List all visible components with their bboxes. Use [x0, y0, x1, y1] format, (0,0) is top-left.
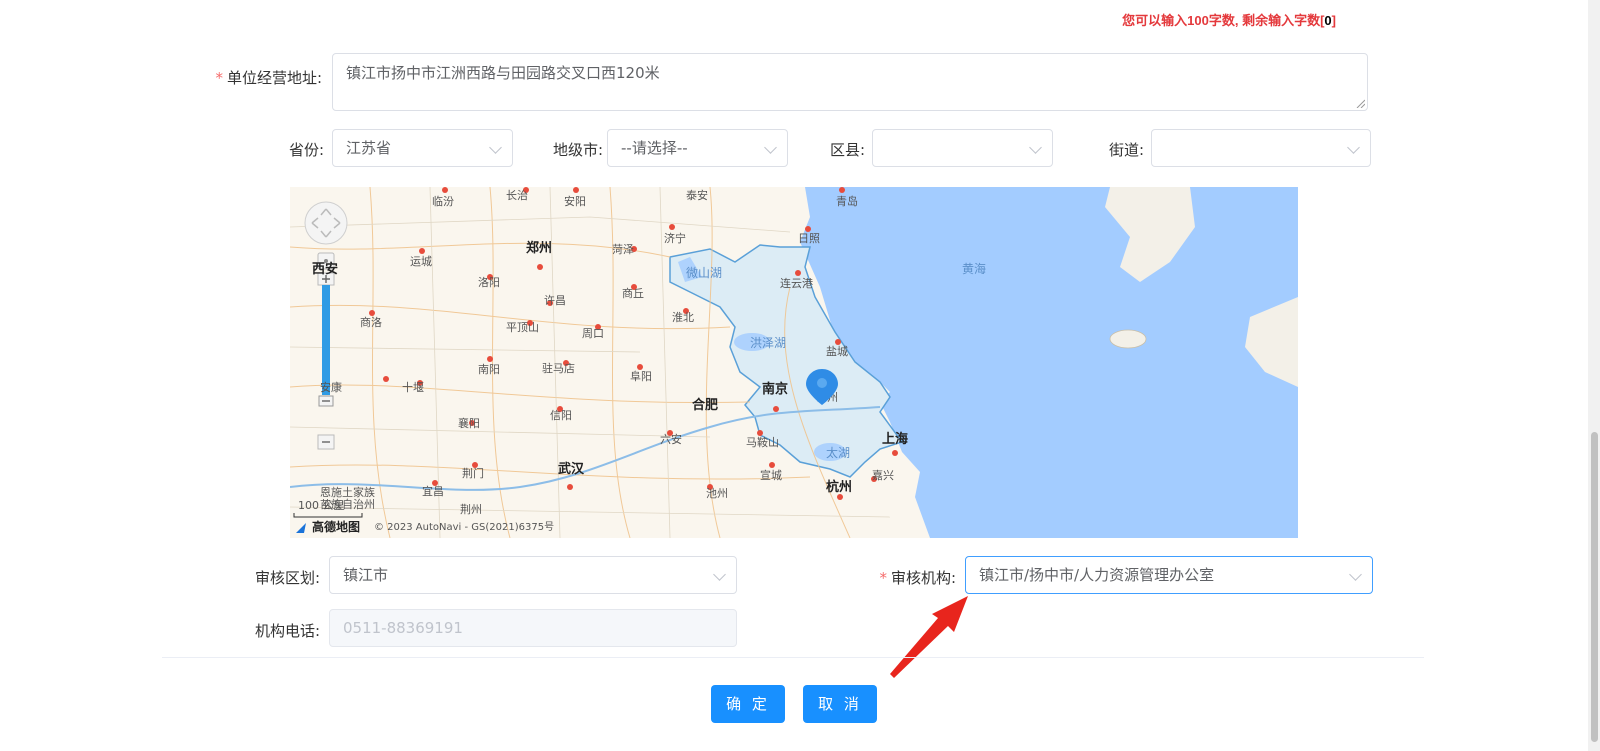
chevron-down-icon	[1347, 141, 1360, 154]
svg-text:黄海: 黄海	[962, 261, 986, 276]
svg-text:盐城: 盐城	[826, 345, 848, 358]
address-label-text: 单位经营地址:	[226, 69, 322, 87]
review-org-select[interactable]: 镇江市/扬中市/人力资源管理办公室	[965, 556, 1373, 594]
svg-text:洪泽湖: 洪泽湖	[750, 335, 786, 350]
char-count-hint: 您可以输入100字数, 剩余输入字数[0]	[1060, 10, 1336, 29]
chevron-down-icon	[713, 568, 726, 581]
map-scale: 100 公里	[298, 499, 345, 512]
review-org-value: 镇江市/扬中市/人力资源管理办公室	[979, 566, 1215, 584]
svg-text:淮北: 淮北	[672, 311, 694, 324]
required-mark: *	[215, 69, 223, 87]
svg-text:荆门: 荆门	[462, 466, 484, 480]
review-area-value: 镇江市	[343, 566, 389, 584]
svg-text:宣城: 宣城	[760, 468, 782, 482]
svg-text:许昌: 许昌	[544, 294, 566, 307]
svg-text:信阳: 信阳	[550, 409, 572, 422]
org-phone-label: 机构电话:	[254, 622, 320, 640]
svg-text:襄阳: 襄阳	[458, 416, 480, 430]
chevron-down-icon	[1349, 568, 1362, 581]
red-arrow-annotation	[890, 596, 968, 678]
svg-text:安阳: 安阳	[564, 194, 586, 208]
map-canvas[interactable]: 临汾 长治 安阳 泰安 青岛 日照 郑州 菏泽 济宁 运城 洛阳 商丘 连云港 …	[290, 187, 1298, 538]
svg-text:嘉兴: 嘉兴	[872, 468, 894, 482]
divider	[162, 657, 1424, 658]
review-org-label: * 审核机构:	[862, 567, 956, 588]
district-select[interactable]	[872, 129, 1053, 167]
svg-text:南京: 南京	[762, 381, 788, 397]
svg-text:日照: 日照	[798, 232, 820, 245]
svg-text:平顶山: 平顶山	[506, 321, 539, 334]
zoom-slider[interactable]	[322, 285, 330, 395]
svg-text:六安: 六安	[660, 432, 682, 446]
map-view[interactable]: 临汾 长治 安阳 泰安 青岛 日照 郑州 菏泽 济宁 运城 洛阳 商丘 连云港 …	[290, 187, 1298, 538]
scrollbar-thumb[interactable]	[1591, 432, 1598, 742]
svg-text:阜阳: 阜阳	[630, 370, 652, 383]
chevron-down-icon	[1029, 141, 1042, 154]
chevron-down-icon	[764, 141, 777, 154]
review-org-label-text: 审核机构:	[890, 569, 956, 587]
street-label: 街道:	[1108, 141, 1144, 159]
review-area-select[interactable]: 镇江市	[329, 556, 737, 594]
svg-text:青岛: 青岛	[836, 194, 858, 208]
svg-text:荆州: 荆州	[460, 503, 482, 516]
map-copyright: © 2023 AutoNavi - GS(2021)6375号	[374, 521, 554, 533]
svg-text:太湖: 太湖	[826, 445, 850, 460]
svg-text:商丘: 商丘	[622, 286, 644, 300]
svg-text:合肥: 合肥	[692, 397, 718, 413]
address-value: 镇江市扬中市江洲西路与田园路交叉口西120米	[346, 64, 660, 82]
svg-text:运城: 运城	[410, 255, 432, 268]
svg-text:恩施土家族: 恩施土家族	[320, 485, 375, 499]
svg-text:马鞍山: 马鞍山	[746, 435, 779, 449]
svg-text:宜昌: 宜昌	[422, 484, 444, 498]
svg-text:十堰: 十堰	[402, 380, 424, 394]
chevron-down-icon	[489, 141, 502, 154]
org-phone-value: 0511-88369191	[343, 619, 463, 637]
svg-text:连云港: 连云港	[780, 277, 813, 290]
svg-text:上海: 上海	[882, 431, 908, 447]
province-value: 江苏省	[346, 139, 392, 157]
cancel-button[interactable]: 取 消	[803, 685, 877, 723]
svg-text:商洛: 商洛	[360, 315, 382, 329]
svg-text:西安: 西安	[312, 261, 338, 277]
hint-count: 0	[1324, 13, 1332, 28]
svg-text:南阳: 南阳	[478, 363, 500, 376]
svg-text:长治: 长治	[506, 188, 528, 202]
required-mark: *	[879, 569, 887, 587]
city-select[interactable]: --请选择--	[607, 129, 788, 167]
address-label: * 单位经营地址:	[190, 67, 322, 88]
svg-text:武汉: 武汉	[558, 461, 585, 477]
hint-prefix: 您可以输入100字数, 剩余输入字数[	[1122, 13, 1325, 28]
svg-text:临汾: 临汾	[432, 194, 454, 208]
svg-text:济宁: 济宁	[664, 231, 686, 245]
district-label: 区县:	[829, 141, 865, 159]
svg-text:杭州: 杭州	[826, 479, 852, 495]
hint-suffix: ]	[1331, 13, 1336, 28]
svg-text:菏泽: 菏泽	[612, 243, 634, 256]
pan-control[interactable]	[304, 201, 348, 245]
svg-text:驻马店: 驻马店	[542, 361, 575, 375]
city-value: --请选择--	[621, 139, 688, 157]
org-phone-input: 0511-88369191	[329, 609, 737, 647]
address-textarea[interactable]: 镇江市扬中市江洲西路与田园路交叉口西120米	[332, 53, 1368, 111]
province-select[interactable]: 江苏省	[332, 129, 513, 167]
svg-text:洛阳: 洛阳	[478, 275, 500, 289]
province-label: 省份:	[288, 141, 324, 159]
city-label: 地级市:	[552, 141, 603, 159]
svg-text:郑州: 郑州	[526, 240, 552, 256]
review-area-label: 审核区划:	[254, 569, 320, 587]
resize-handle-icon[interactable]	[1355, 98, 1365, 108]
svg-text:微山湖: 微山湖	[686, 265, 722, 280]
svg-text:安康: 安康	[320, 380, 342, 394]
svg-text:泰安: 泰安	[686, 188, 708, 202]
map-logo: 高德地图	[312, 519, 360, 534]
svg-text:周口: 周口	[582, 327, 604, 340]
confirm-button[interactable]: 确 定	[711, 685, 785, 723]
street-select[interactable]	[1151, 129, 1371, 167]
svg-text:池州: 池州	[706, 487, 728, 500]
